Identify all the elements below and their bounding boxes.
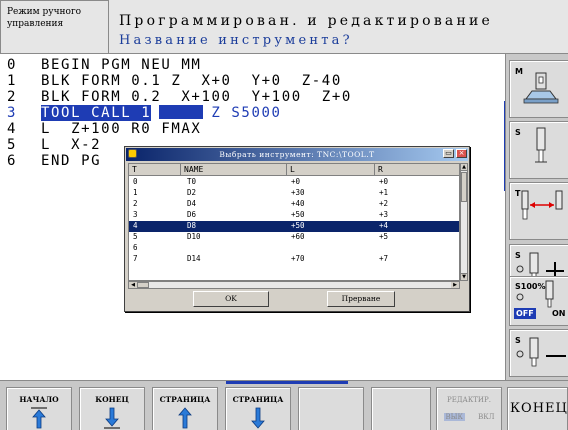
end-label: КОНЕЦ [95,395,129,404]
begin-label: НАЧАЛО [19,395,59,404]
operating-mode-panel: Режим ручного управления [0,0,109,54]
screen-title: Программирован. и редактирование [119,13,493,29]
bottom-softkey-bar: НАЧАЛО КОНЕЦ СТРАНИЦА СТРАНИЦА РЕДАКТИР.… [0,380,568,430]
spindle-icon [535,127,547,163]
empty-softkey[interactable] [371,387,431,430]
scroll-up-icon[interactable]: ▲ [461,164,467,171]
line-number: 3 [7,105,18,121]
spindle-minus-icon [516,337,566,367]
table-row[interactable]: 2 D4 +40 +2 [129,199,459,210]
line-number: 0 [7,57,18,73]
finish-label: КОНЕЦ [510,401,568,416]
table-row[interactable]: 5 D10 +60 +5 [129,232,459,243]
t-tool-key[interactable]: T [509,182,568,240]
edit-label: РЕДАКТИР. [447,396,491,404]
line-text: L Z+100 R0 FMAX [41,121,202,137]
line-number: 4 [7,121,18,137]
line-number: 6 [7,153,18,169]
table-row[interactable]: 3 D6 +50 +3 [129,210,459,221]
line-text: BEGIN PGM NEU MM [41,57,202,73]
tool-select-dialog: Выбрать инструмент: TNC:\TOOL.T ▭ × T NA… [124,146,470,312]
header-panel: Программирован. и редактирование Названи… [109,0,568,54]
program-line[interactable]: 5 L X-2 [7,137,101,153]
spindle-on-off-key[interactable]: S100% OFF ON [509,276,568,326]
scroll-right-icon[interactable]: ▶ [451,282,459,288]
line-text: BLK FORM 0.1 Z X+0 Y+0 Z-40 [41,73,342,89]
window-icon [128,149,137,158]
column-header[interactable]: L [287,164,375,176]
on-badge: ON [552,309,566,318]
line-text: END PG [41,153,102,169]
softkey-level-indicator [226,381,348,384]
page-down-label: СТРАНИЦА [232,395,284,404]
column-header[interactable]: R [375,164,459,176]
scroll-thumb[interactable] [137,282,149,288]
page-up-label: СТРАНИЦА [159,395,211,404]
tool-length-icon [521,190,563,220]
scroll-down-icon[interactable]: ▼ [461,273,467,280]
off-badge: OFF [514,308,536,319]
column-header[interactable]: T [129,164,181,176]
s-spindle-key[interactable]: S [509,121,568,179]
cancel-button[interactable]: Прерване [327,291,395,307]
horizontal-scrollbar[interactable]: ◀ ▶ [128,281,460,289]
line-text: L X-2 [41,137,102,153]
program-line[interactable]: 2 BLK FORM 0.2 X+100 Y+100 Z+0 [7,89,352,105]
program-line[interactable]: 4 L Z+100 R0 FMAX [7,121,201,137]
line-number: 2 [7,89,18,105]
input-cursor[interactable] [159,105,204,119]
mode-label-line1: Режим ручного [7,7,82,17]
dialog-title-bar[interactable]: Выбрать инструмент: TNC:\TOOL.T [126,148,468,161]
ok-button[interactable]: OK [193,291,269,307]
m-function-key[interactable]: M [509,60,568,118]
dialog-title: Выбрать инструмент: TNC:\TOOL.T [219,150,375,159]
program-line[interactable]: 6 END PG [7,153,101,169]
table-row[interactable]: 1 D2 +30 +1 [129,188,459,199]
program-line[interactable]: 1 BLK FORM 0.1 Z X+0 Y+0 Z-40 [7,73,342,89]
vertical-scrollbar[interactable]: ▲ ▼ [460,163,468,281]
table-row[interactable]: 7 D14 +70 +7 [129,254,459,265]
close-icon[interactable]: × [456,149,467,158]
line-number: 5 [7,137,18,153]
program-line-active[interactable]: 3 TOOL CALL 1 Z S5000 [7,105,282,121]
mode-label-line2: управления [7,19,64,29]
begin-button[interactable]: НАЧАЛО [6,387,72,430]
tool-table[interactable]: T NAME L R 0 T0 +0 +0 1 D2 +30 +1 2 D4 +40 +2 3 D6… [128,163,460,281]
arrow-up-icon [178,407,192,429]
maximize-icon[interactable]: ▭ [443,149,454,158]
arrow-to-bottom-icon [104,407,120,429]
arrow-down-icon [251,407,265,429]
table-row-selected[interactable]: 4 D8 +50 +4 [129,221,459,232]
line-text: TOOL CALL 1 [41,105,152,121]
input-prompt: Название инструмента? [119,33,353,48]
line-text-rest: Z S5000 [211,105,282,121]
finish-button[interactable]: КОНЕЦ [507,387,568,430]
page-up-button[interactable]: СТРАНИЦА [152,387,218,430]
edit-on-label: ВКЛ [478,413,495,421]
line-number: 1 [7,73,18,89]
column-header[interactable]: NAME [181,164,287,176]
arrow-to-top-icon [31,407,47,429]
end-button[interactable]: КОНЕЦ [79,387,145,430]
program-line[interactable]: 0 BEGIN PGM NEU MM [7,57,201,73]
line-text: BLK FORM 0.2 X+100 Y+100 Z+0 [41,89,352,105]
table-row[interactable]: 0 T0 +0 +0 [129,177,459,188]
table-row[interactable]: 6 [129,243,459,254]
scroll-thumb[interactable] [461,172,467,202]
empty-softkey[interactable] [298,387,364,430]
scroll-left-icon[interactable]: ◀ [129,282,137,288]
spindle-override-minus-key[interactable]: S [509,329,568,377]
edit-toggle-button[interactable]: РЕДАКТИР. ВЫК ВКЛ [436,387,502,430]
page-down-button[interactable]: СТРАНИЦА [225,387,291,430]
edit-off-label: ВЫК [443,413,465,421]
right-softkey-column: M S T S S100% OFF ON S [505,54,568,380]
machine-table-icon [523,72,559,104]
